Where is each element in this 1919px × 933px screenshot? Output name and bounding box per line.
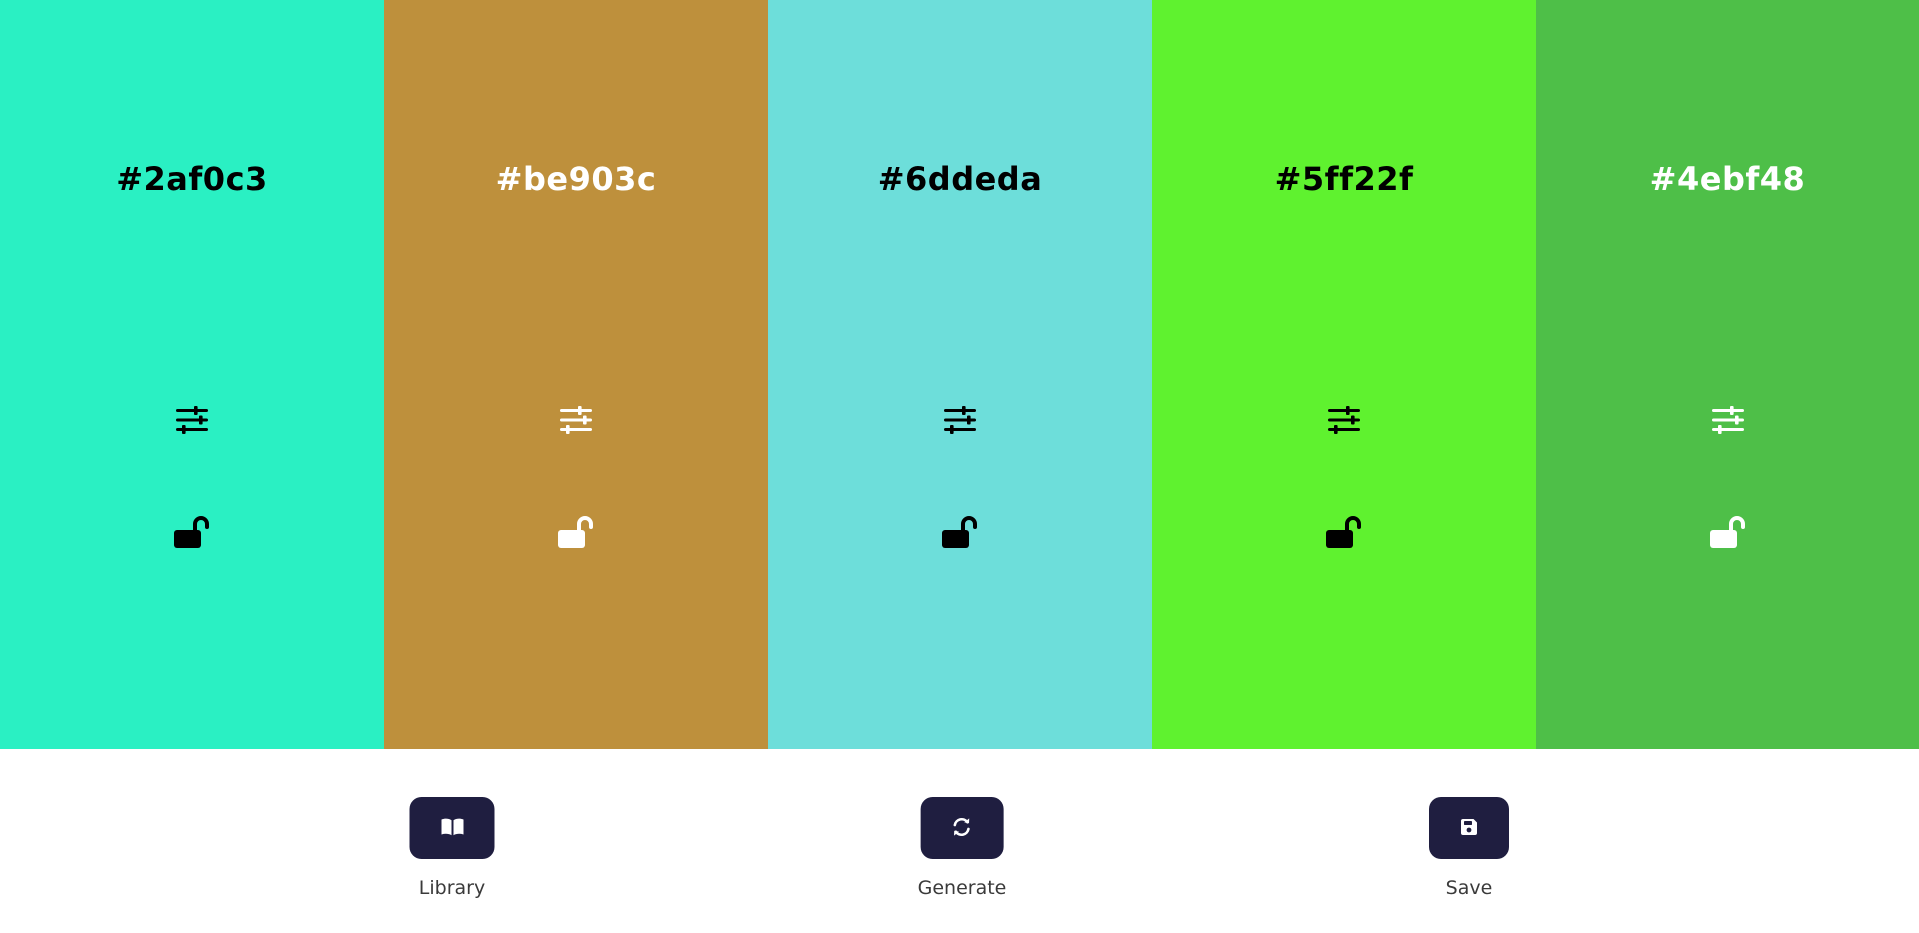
color-swatch-1: #2af0c3 (0, 0, 384, 749)
floppy-disk-icon (1460, 818, 1478, 839)
book-open-icon (440, 817, 464, 840)
unlock-icon (1325, 515, 1363, 549)
adjust-color-button[interactable] (1706, 398, 1750, 442)
sliders-icon (1327, 405, 1361, 435)
save-control: Save (1429, 797, 1509, 899)
lock-color-button[interactable] (938, 510, 982, 554)
adjust-color-button[interactable] (170, 398, 214, 442)
color-swatch-5: #4ebf48 (1536, 0, 1919, 749)
unlock-icon (173, 515, 211, 549)
color-palette: #2af0c3 #be903c #6ddeda #5ff22f #4ebf48 (0, 0, 1919, 749)
generate-label: Generate (917, 877, 1007, 899)
lock-color-button[interactable] (554, 510, 598, 554)
hex-code-label[interactable]: #4ebf48 (1536, 160, 1919, 198)
adjust-color-button[interactable] (1322, 398, 1366, 442)
lock-color-button[interactable] (170, 510, 214, 554)
generate-control: Generate (917, 797, 1007, 899)
adjust-color-button[interactable] (938, 398, 982, 442)
refresh-icon (951, 816, 973, 841)
lock-color-button[interactable] (1706, 510, 1750, 554)
hex-code-label[interactable]: #5ff22f (1152, 160, 1536, 198)
unlock-icon (941, 515, 979, 549)
hex-code-label[interactable]: #6ddeda (768, 160, 1152, 198)
lock-color-button[interactable] (1322, 510, 1366, 554)
color-swatch-3: #6ddeda (768, 0, 1152, 749)
sliders-icon (559, 405, 593, 435)
library-control: Library (409, 797, 495, 899)
hex-code-label[interactable]: #be903c (384, 160, 768, 198)
sliders-icon (1711, 405, 1745, 435)
sliders-icon (175, 405, 209, 435)
save-button[interactable] (1429, 797, 1509, 859)
hex-code-label[interactable]: #2af0c3 (0, 160, 384, 198)
sliders-icon (943, 405, 977, 435)
library-button[interactable] (409, 797, 495, 859)
control-bar: Library Generate Save (0, 749, 1919, 933)
library-label: Library (418, 877, 486, 899)
adjust-color-button[interactable] (554, 398, 598, 442)
generate-button[interactable] (920, 797, 1004, 859)
unlock-icon (557, 515, 595, 549)
unlock-icon (1709, 515, 1747, 549)
color-swatch-2: #be903c (384, 0, 768, 749)
save-label: Save (1445, 877, 1493, 899)
color-swatch-4: #5ff22f (1152, 0, 1536, 749)
